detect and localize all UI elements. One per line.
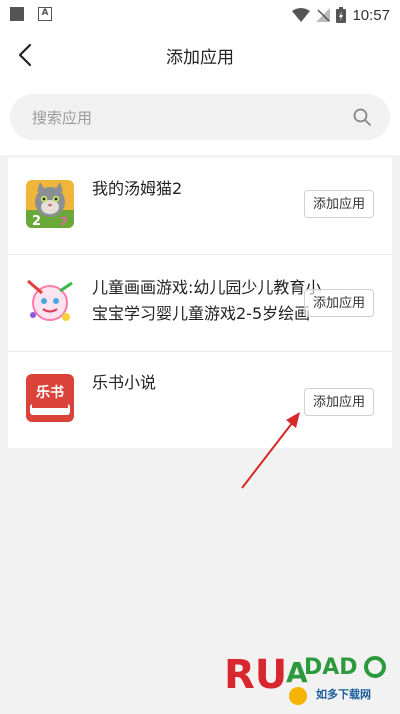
lesu-novel-app-icon: 乐书 — [26, 374, 74, 422]
svg-text:DAD: DAD — [304, 655, 358, 680]
list-item: 乐书 乐书小说 添加应用 — [8, 352, 392, 448]
search-area — [0, 80, 400, 155]
search-box[interactable] — [10, 94, 390, 142]
header-bar: 添加应用 — [0, 30, 400, 80]
lesu-icon-text: 乐书 — [36, 384, 64, 401]
clock: 10:57 — [352, 6, 390, 24]
status-bar: A 10:57 — [0, 0, 400, 30]
ruandao-watermark-logo: RU A DAD 如多下载网 — [220, 638, 400, 710]
app-name: 儿童画画游戏:幼儿园少儿教育小宝宝学习婴儿童游戏2-5岁绘画 — [92, 278, 322, 323]
wifi-icon — [292, 8, 311, 22]
notification-icon — [10, 7, 24, 21]
svg-text:RU: RU — [224, 652, 287, 698]
svg-text:7: 7 — [60, 215, 68, 228]
page-title: 添加应用 — [166, 48, 234, 68]
talking-tom-2-app-icon: 2 7 — [26, 180, 74, 228]
battery-icon — [336, 7, 347, 23]
add-app-button[interactable]: 添加应用 — [304, 289, 374, 317]
list-item: 2 7 我的汤姆猫2 添加应用 — [8, 158, 392, 255]
app-list: 2 7 我的汤姆猫2 添加应用 儿童画画游戏:幼儿园少儿教育小宝宝学习婴儿童游戏… — [8, 158, 392, 448]
svg-text:2: 2 — [32, 214, 41, 228]
app-name: 乐书小说 — [92, 373, 157, 392]
no-signal-icon — [316, 8, 331, 22]
list-item: 儿童画画游戏:幼儿园少儿教育小宝宝学习婴儿童游戏2-5岁绘画 添加应用 — [8, 255, 392, 352]
kids-drawing-app-icon — [26, 277, 74, 325]
a-notification-icon: A — [38, 7, 52, 21]
search-input[interactable] — [30, 94, 334, 142]
add-app-button[interactable]: 添加应用 — [304, 388, 374, 416]
search-icon[interactable] — [352, 107, 372, 127]
add-app-button[interactable]: 添加应用 — [304, 190, 374, 218]
watermark-tagline: 如多下载网 — [316, 688, 371, 701]
app-name: 我的汤姆猫2 — [92, 179, 183, 198]
